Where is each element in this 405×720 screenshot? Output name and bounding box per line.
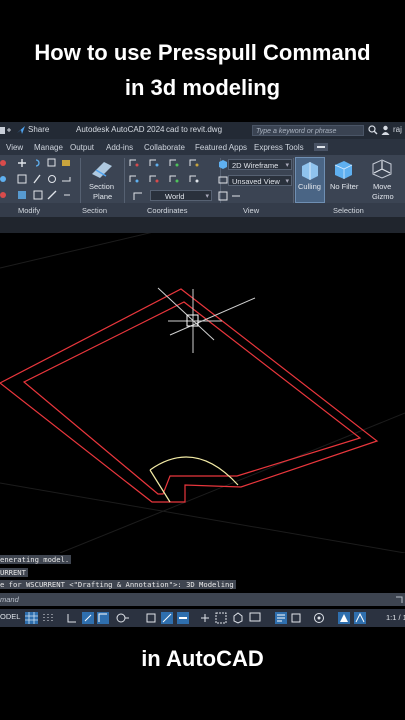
- panel-title-modify[interactable]: Modify: [18, 206, 40, 215]
- 3d-osnap-icon[interactable]: [232, 612, 244, 624]
- door-swing-arc: [149, 456, 239, 486]
- grid-toggle-icon[interactable]: [25, 612, 38, 624]
- ucs-dropdown[interactable]: World: [150, 190, 212, 202]
- user-name[interactable]: raj: [393, 125, 402, 134]
- caption-bottom: in AutoCAD: [141, 646, 264, 671]
- command-history-line: URRENT: [0, 568, 28, 577]
- tab-view[interactable]: View: [6, 143, 23, 152]
- drawing-viewport[interactable]: [0, 233, 405, 553]
- panel-title-view[interactable]: View: [243, 206, 259, 215]
- named-view-icon: [218, 176, 228, 184]
- quick-access-icons[interactable]: [0, 125, 14, 136]
- ribbon-separator: [293, 158, 294, 204]
- caption-title-line2: in 3d modeling: [124, 75, 281, 100]
- culling-icon: [302, 162, 318, 180]
- title-bar: Share Autodesk AutoCAD 2024 cad to revit…: [0, 122, 405, 139]
- section-plane-button-line2[interactable]: Plane: [93, 192, 112, 201]
- grid-line: [59, 412, 405, 553]
- inner-wall-outline: [22, 301, 362, 495]
- command-history: enerating model. URRENT e for WSCURRENT …: [0, 553, 405, 593]
- dynamic-input-icon[interactable]: [275, 612, 287, 624]
- move-gizmo-button-line2[interactable]: Gizmo: [372, 192, 394, 201]
- section-plane-button-line1[interactable]: Section: [89, 182, 114, 191]
- annotation-visibility-icon[interactable]: [338, 612, 350, 624]
- move-gizmo-button-line1[interactable]: Move: [373, 182, 391, 191]
- search-input[interactable]: Type a keyword or phrase: [252, 125, 364, 136]
- selection-cycling-icon[interactable]: [215, 612, 227, 624]
- annotation-scale-value[interactable]: 1:1 / 1: [386, 613, 405, 622]
- view-tools-icons[interactable]: [218, 190, 246, 202]
- ribbon-toggle-icon[interactable]: [314, 143, 328, 151]
- tab-express-tools[interactable]: Express Tools: [254, 143, 304, 152]
- ortho-icon[interactable]: [66, 612, 78, 624]
- tab-collaborate[interactable]: Collaborate: [144, 143, 185, 152]
- command-line-input[interactable]: mand: [0, 593, 405, 606]
- culling-label: Culling: [298, 182, 321, 191]
- ribbon-separator: [124, 158, 125, 204]
- model-space-button[interactable]: ODEL: [0, 612, 20, 621]
- object-snap-icon[interactable]: [145, 612, 157, 624]
- transparency-icon[interactable]: [199, 612, 211, 624]
- view-cube-icon: [219, 160, 227, 169]
- status-bar: ODEL 1:1 / 1: [0, 609, 405, 627]
- named-view-dropdown[interactable]: Unsaved View: [228, 175, 292, 187]
- tab-output[interactable]: Output: [70, 143, 94, 152]
- annotation-scale-icon[interactable]: [290, 612, 302, 624]
- dynamic-ucs-icon[interactable]: [161, 612, 173, 624]
- command-history-line: enerating model.: [0, 555, 72, 564]
- isodraft-icon[interactable]: [97, 612, 109, 624]
- command-history-line: e for WSCURRENT <"Drafting & Annotation"…: [0, 580, 236, 589]
- file-name: cad to revit.dwg: [166, 125, 223, 134]
- search-icon[interactable]: [368, 125, 378, 135]
- snap-mode-icon[interactable]: [42, 612, 54, 624]
- user-icon[interactable]: [381, 125, 390, 135]
- panel-title-coordinates[interactable]: Coordinates: [147, 206, 187, 215]
- world-ucs-icon: [133, 192, 142, 200]
- ribbon-tabs: View Manage Output Add-ins Collaborate F…: [0, 139, 405, 155]
- caption-title-line1: How to use Presspull Command: [34, 40, 371, 65]
- object-snap-tracking-icon[interactable]: [115, 612, 129, 624]
- door-jamb: [149, 469, 171, 503]
- auto-scale-icon[interactable]: [354, 612, 366, 624]
- no-filter-icon[interactable]: [332, 159, 354, 181]
- tab-add-ins[interactable]: Add-ins: [106, 143, 133, 152]
- ucs-tools-icons[interactable]: [128, 158, 220, 190]
- app-title: Autodesk AutoCAD 2024: [76, 125, 165, 134]
- command-prompt: mand: [0, 595, 19, 604]
- annotation-monitor-icon[interactable]: [249, 612, 261, 624]
- share-button[interactable]: Share: [28, 125, 49, 134]
- command-expand-icon[interactable]: [395, 595, 403, 604]
- ribbon-panel-titles: Modify Section Coordinates View Selectio…: [0, 203, 405, 217]
- crosshair-cursor: [157, 287, 256, 353]
- polar-tracking-icon[interactable]: [82, 612, 94, 624]
- tab-manage[interactable]: Manage: [34, 143, 63, 152]
- panel-title-selection[interactable]: Selection: [333, 206, 364, 215]
- share-icon[interactable]: [16, 125, 26, 135]
- tab-featured-apps[interactable]: Featured Apps: [195, 143, 247, 152]
- panel-title-section[interactable]: Section: [82, 206, 107, 215]
- file-tab-bar: [0, 217, 405, 233]
- ribbon-separator: [80, 158, 81, 204]
- visual-style-dropdown[interactable]: 2D Wireframe: [228, 159, 292, 171]
- move-gizmo-icon[interactable]: [370, 158, 394, 180]
- grid-line: [0, 482, 405, 553]
- drawing-canvas[interactable]: [0, 233, 405, 553]
- lineweight-icon[interactable]: [177, 612, 189, 624]
- modify-tools-icons[interactable]: [0, 157, 80, 203]
- workspace-switch-icon[interactable]: [313, 612, 325, 624]
- no-filter-button[interactable]: No Filter: [330, 182, 358, 191]
- section-plane-icon[interactable]: [90, 158, 114, 180]
- grid-line: [0, 233, 152, 269]
